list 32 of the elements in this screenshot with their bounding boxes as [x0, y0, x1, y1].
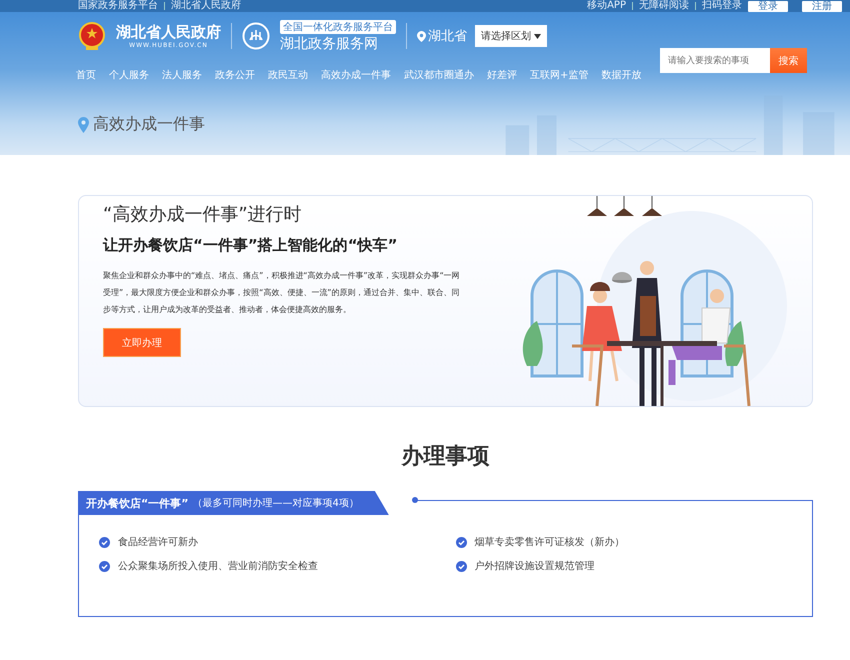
- nav-link[interactable]: 政民互动: [268, 68, 308, 84]
- nav-link[interactable]: 武汉都市圈通办: [404, 68, 474, 84]
- nav-link[interactable]: 个人服务: [109, 68, 149, 84]
- nav-link[interactable]: 政务公开: [215, 68, 255, 84]
- nav-link[interactable]: 法人服务: [162, 68, 202, 84]
- hero-title: “高效办成一件事”进行时: [103, 203, 303, 226]
- platform-tag: 全国一体化政务服务平台: [280, 20, 396, 34]
- government-name: 湖北省人民政府: [116, 23, 221, 42]
- platform-name: 湖北政务服务网: [280, 34, 379, 52]
- page-title: 高效办成一件事: [93, 114, 205, 135]
- apply-now-button[interactable]: 立即办理: [103, 328, 181, 357]
- region-dropdown[interactable]: 请选择区划: [475, 25, 548, 47]
- service-tab[interactable]: 开办餐饮店“一件事” （最多可同时办理——对应事项4项）: [78, 491, 389, 515]
- nav-link[interactable]: 首页: [76, 68, 96, 84]
- top-link[interactable]: 扫码登录: [702, 0, 742, 12]
- login-button[interactable]: 登录: [748, 0, 788, 12]
- current-location: 湖北省: [428, 28, 467, 45]
- nav-link[interactable]: 数据开放: [601, 68, 642, 84]
- service-item: 户外招牌设施设置规范管理: [474, 560, 594, 573]
- nav-link[interactable]: 互联网+监管: [530, 68, 588, 84]
- section-title: 办理事项: [400, 443, 490, 471]
- top-link[interactable]: 移动APP: [587, 0, 626, 12]
- search-field[interactable]: 请输入要搜索的事项: [660, 48, 770, 73]
- service-item: 烟草专卖零售许可证核发（新办）: [474, 536, 624, 549]
- hero-subtitle: 让开办餐饮店“一件事”搭上智能化的“快车”: [103, 236, 398, 255]
- nav-link[interactable]: 好差评: [487, 68, 517, 84]
- hero-description: 聚焦企业和群众办事中的“难点、堵点、痛点”，积极推进“高效办成一件事”改革，实现群众办事“一网受理”，最大限度方便企业和群众办事，按照“高效、便捷、一流”的原则，通过合并、集中、联合、同步等方式，让用户成为改革的受益者、推动者，体会便捷高效的服务。: [103, 270, 461, 316]
- service-item: 公众聚集场所投入使用、营业前消防安全检查: [118, 560, 318, 573]
- service-item: 食品经营许可新办: [118, 536, 198, 549]
- search-button[interactable]: 搜索: [770, 48, 807, 73]
- nav-link[interactable]: 高效办成一件事: [321, 68, 391, 84]
- register-button[interactable]: 注册: [802, 0, 842, 12]
